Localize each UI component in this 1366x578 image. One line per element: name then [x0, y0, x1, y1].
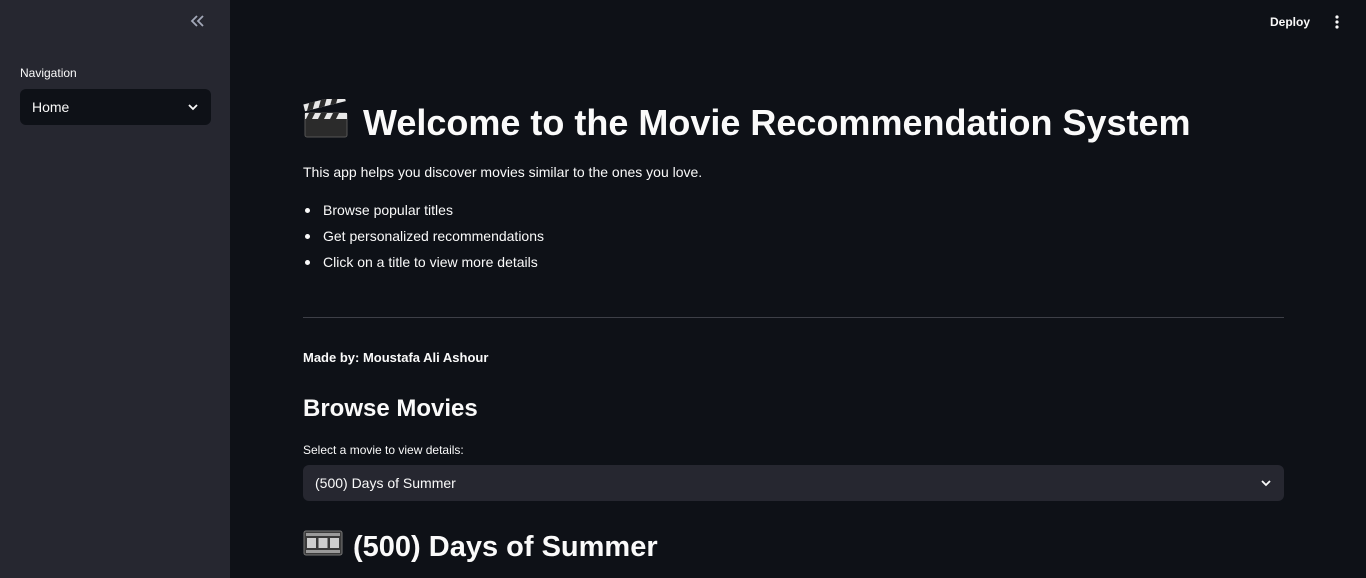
clapperboard-icon: [303, 93, 349, 148]
feature-list: Browse popular titles Get personalized r…: [303, 201, 544, 279]
divider: [303, 317, 1284, 318]
chevron-down-icon: [188, 104, 198, 111]
list-item: Browse popular titles: [303, 201, 544, 227]
navigation-select[interactable]: Home: [20, 89, 211, 125]
intro-text: This app helps you discover movies simil…: [303, 164, 703, 180]
double-chevron-left-icon: [190, 15, 204, 27]
sidebar: Navigation Home: [0, 0, 230, 578]
movie-detail-title: (500) Days of Summer: [353, 530, 658, 563]
chevron-down-icon: [1261, 480, 1271, 487]
deploy-button[interactable]: Deploy: [1270, 12, 1310, 32]
main-menu-button[interactable]: [1328, 12, 1346, 32]
navigation-label: Navigation: [20, 66, 77, 80]
collapse-sidebar-button[interactable]: [186, 10, 208, 32]
film-frames-icon: [303, 529, 343, 565]
movie-select-value: (500) Days of Summer: [315, 475, 456, 491]
author-credit: Made by: Moustafa Ali Ashour: [303, 350, 489, 365]
list-item: Click on a title to view more details: [303, 253, 544, 279]
movie-detail-heading: (500) Days of Summer: [303, 527, 658, 567]
page-title-text: Welcome to the Movie Recommendation Syst…: [363, 102, 1191, 143]
page-title: Welcome to the Movie Recommendation Syst…: [303, 93, 1191, 148]
movie-select-label: Select a movie to view details:: [303, 443, 464, 457]
vertical-ellipsis-icon: [1335, 15, 1339, 29]
movie-select[interactable]: (500) Days of Summer: [303, 465, 1284, 501]
list-item: Get personalized recommendations: [303, 227, 544, 253]
navigation-selected-value: Home: [32, 99, 70, 115]
browse-movies-heading: Browse Movies: [303, 395, 478, 422]
